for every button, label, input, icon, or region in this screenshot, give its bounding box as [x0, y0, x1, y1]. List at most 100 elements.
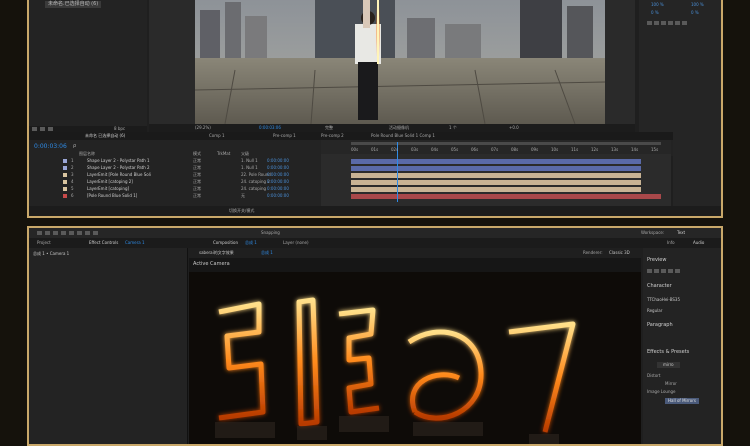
layer-row[interactable]: 5 LayerEmit [catoping] 正常 24. catoping 0… [29, 186, 321, 193]
layer-mode[interactable]: 正常 [193, 173, 201, 177]
composition-viewer[interactable] [149, 0, 635, 124]
timeline-tab-2[interactable]: Pre-comp 1 [273, 134, 296, 138]
font-name[interactable]: TTChaoHei-BS35 [647, 298, 680, 302]
play-icon[interactable] [661, 268, 666, 273]
layer-name[interactable]: LayerEmit [catoping 2] [87, 180, 133, 184]
project-tab[interactable]: Project [37, 241, 51, 245]
layer-track-bar[interactable] [351, 159, 641, 164]
timeline-tab-3[interactable]: Pre-comp 2 [321, 134, 344, 138]
composition-viewer[interactable]: saberai的文字效果 总成 1 Renderer: Classic 3D A… [189, 248, 641, 444]
viewer-quality[interactable]: 完整 [325, 126, 333, 130]
layer-row[interactable]: 6 [Pole Round Blue Solid 1] 正常 无 0:00:00… [29, 193, 321, 200]
camera-tool-icon[interactable] [69, 231, 74, 235]
small-caps-icon[interactable] [668, 20, 673, 25]
layer-mode[interactable]: 正常 [193, 194, 201, 198]
paragraph-label[interactable]: Paragraph [647, 323, 673, 328]
workspace-value[interactable]: Text [677, 231, 685, 235]
horizontal-scale-value[interactable]: 100 % [691, 3, 704, 7]
selection-tool-icon[interactable] [37, 231, 42, 235]
superscript-icon[interactable] [675, 20, 680, 25]
viewer-camera[interactable]: 活动摄像机 [389, 126, 409, 130]
effect-controls-tab[interactable]: Effect Controls [89, 241, 118, 245]
vertical-scale-value[interactable]: 100 % [651, 3, 664, 7]
ruler-tick-label: 13s [611, 147, 619, 152]
new-comp-icon[interactable] [48, 127, 53, 131]
viewer-zoom[interactable]: (29.2%) [195, 126, 211, 130]
layer-track-bar[interactable] [351, 187, 641, 192]
font-style[interactable]: Regular [647, 309, 662, 313]
viewer-views[interactable]: 1 个 [449, 126, 457, 130]
last-frame-icon[interactable] [675, 268, 680, 273]
new-folder-icon[interactable] [40, 127, 45, 131]
rotate-tool-icon[interactable] [61, 231, 66, 235]
layer-track-bar[interactable] [351, 166, 641, 171]
ruler-tick-label: 15s [651, 147, 659, 152]
composition-tab[interactable]: Composition [213, 241, 238, 245]
viewer-offset[interactable]: +0.0 [509, 126, 519, 130]
layer-mode[interactable]: 正常 [193, 166, 201, 170]
character-label[interactable]: Character [647, 284, 672, 289]
breadcrumb-2[interactable]: 总成 1 [261, 251, 273, 255]
effect-controls-camera[interactable]: Camera 1 [125, 241, 145, 245]
timeline-search[interactable]: ρ [73, 144, 76, 149]
timeline-timecode[interactable]: 0:00:03:06 [34, 144, 67, 150]
first-frame-icon[interactable] [647, 268, 652, 273]
layer-parent[interactable]: 无 [241, 194, 245, 198]
all-caps-icon[interactable] [661, 20, 666, 25]
layer-name[interactable]: LayerEmit [Pole Round Blue Soli [87, 173, 151, 177]
tree-image-lounge[interactable]: Image Lounge [647, 390, 675, 394]
project-file-item[interactable]: 未命名.已选择自动 (6) [45, 1, 102, 8]
effects-presets-label[interactable]: Effects & Presets [647, 350, 689, 355]
tree-distort[interactable]: Distort [647, 374, 661, 378]
preview-label[interactable]: Preview [647, 258, 666, 263]
viewer-timecode[interactable]: 0:00:03:06 [259, 126, 281, 130]
info-tab[interactable]: Info [667, 241, 675, 245]
hand-tool-icon[interactable] [45, 231, 50, 235]
interpret-footage-icon[interactable] [32, 127, 37, 131]
layer-row[interactable]: 2 Shape Layer 2 - Polystar Path 2 正常 1. … [29, 165, 321, 172]
breadcrumb-1[interactable]: saberai的文字效果 [199, 251, 234, 255]
layer-mode[interactable]: 正常 [193, 159, 201, 163]
layer-name[interactable]: Shape Layer 2 - Polystar Path 1 [87, 159, 150, 163]
baseline-shift-value[interactable]: 0 % [651, 11, 659, 15]
pan-behind-tool-icon[interactable] [77, 231, 82, 235]
tsume-value[interactable]: 0 % [691, 11, 699, 15]
layer-tab[interactable]: Layer (none) [283, 241, 309, 245]
layer-name[interactable]: [Pole Round Blue Solid 1] [87, 194, 137, 198]
bit-depth-label[interactable]: 8 bpc [114, 127, 125, 131]
layer-mode[interactable]: 正常 [193, 180, 201, 184]
zoom-tool-icon[interactable] [53, 231, 58, 235]
tree-mirror[interactable]: Mirror [665, 382, 677, 386]
effects-search-input[interactable]: mirro [657, 362, 680, 368]
workspace-label: Workspace: [641, 230, 665, 235]
timeline-tab-1[interactable]: Comp 1 [209, 134, 225, 138]
layer-track-bar[interactable] [351, 173, 641, 178]
layer-row[interactable]: 3 LayerEmit [Pole Round Blue Soli 正常 22.… [29, 172, 321, 179]
timeline-tab-0[interactable]: 未命名 已选择自动 (6) [85, 134, 125, 138]
pen-tool-icon[interactable] [85, 231, 90, 235]
subscript-icon[interactable] [682, 20, 687, 25]
faux-bold-icon[interactable] [647, 20, 652, 25]
layer-track-bar[interactable] [351, 180, 641, 185]
layer-parent[interactable]: 24. catoping 2 [241, 180, 270, 184]
layer-parent[interactable]: 1. Null 1 [241, 166, 258, 170]
next-frame-icon[interactable] [668, 268, 673, 273]
snapping-label[interactable]: Snapping [261, 231, 280, 235]
layer-row[interactable]: 1 Shape Layer 2 - Polystar Path 1 正常 1. … [29, 158, 321, 165]
timeline-tab-4[interactable]: Pole Round Blue Solid 1 Comp 1 [371, 134, 435, 138]
layer-name[interactable]: Shape Layer 2 - Polystar Path 2 [87, 166, 150, 170]
effect-controls-item[interactable]: 总成 1 • Camera 1 [33, 252, 69, 256]
tree-hall-of-mirrors[interactable]: Hall of Mirrors [665, 398, 699, 404]
layer-parent[interactable]: 1. Null 1 [241, 159, 258, 163]
layer-mode[interactable]: 正常 [193, 187, 201, 191]
layer-name[interactable]: LayerEmit [catoping] [87, 187, 129, 191]
layer-row[interactable]: 4 LayerEmit [catoping 2] 正常 24. catoping… [29, 179, 321, 186]
layer-parent[interactable]: 24. catoping [241, 187, 266, 191]
text-tool-icon[interactable] [93, 231, 98, 235]
previous-frame-icon[interactable] [654, 268, 659, 273]
audio-tab[interactable]: Audio [693, 241, 704, 245]
composition-tab-name[interactable]: 总成 1 [245, 241, 257, 245]
renderer-value[interactable]: Classic 3D [609, 251, 630, 255]
toggle-switches-label[interactable]: 切换开关/模式 [229, 209, 254, 213]
faux-italic-icon[interactable] [654, 20, 659, 25]
